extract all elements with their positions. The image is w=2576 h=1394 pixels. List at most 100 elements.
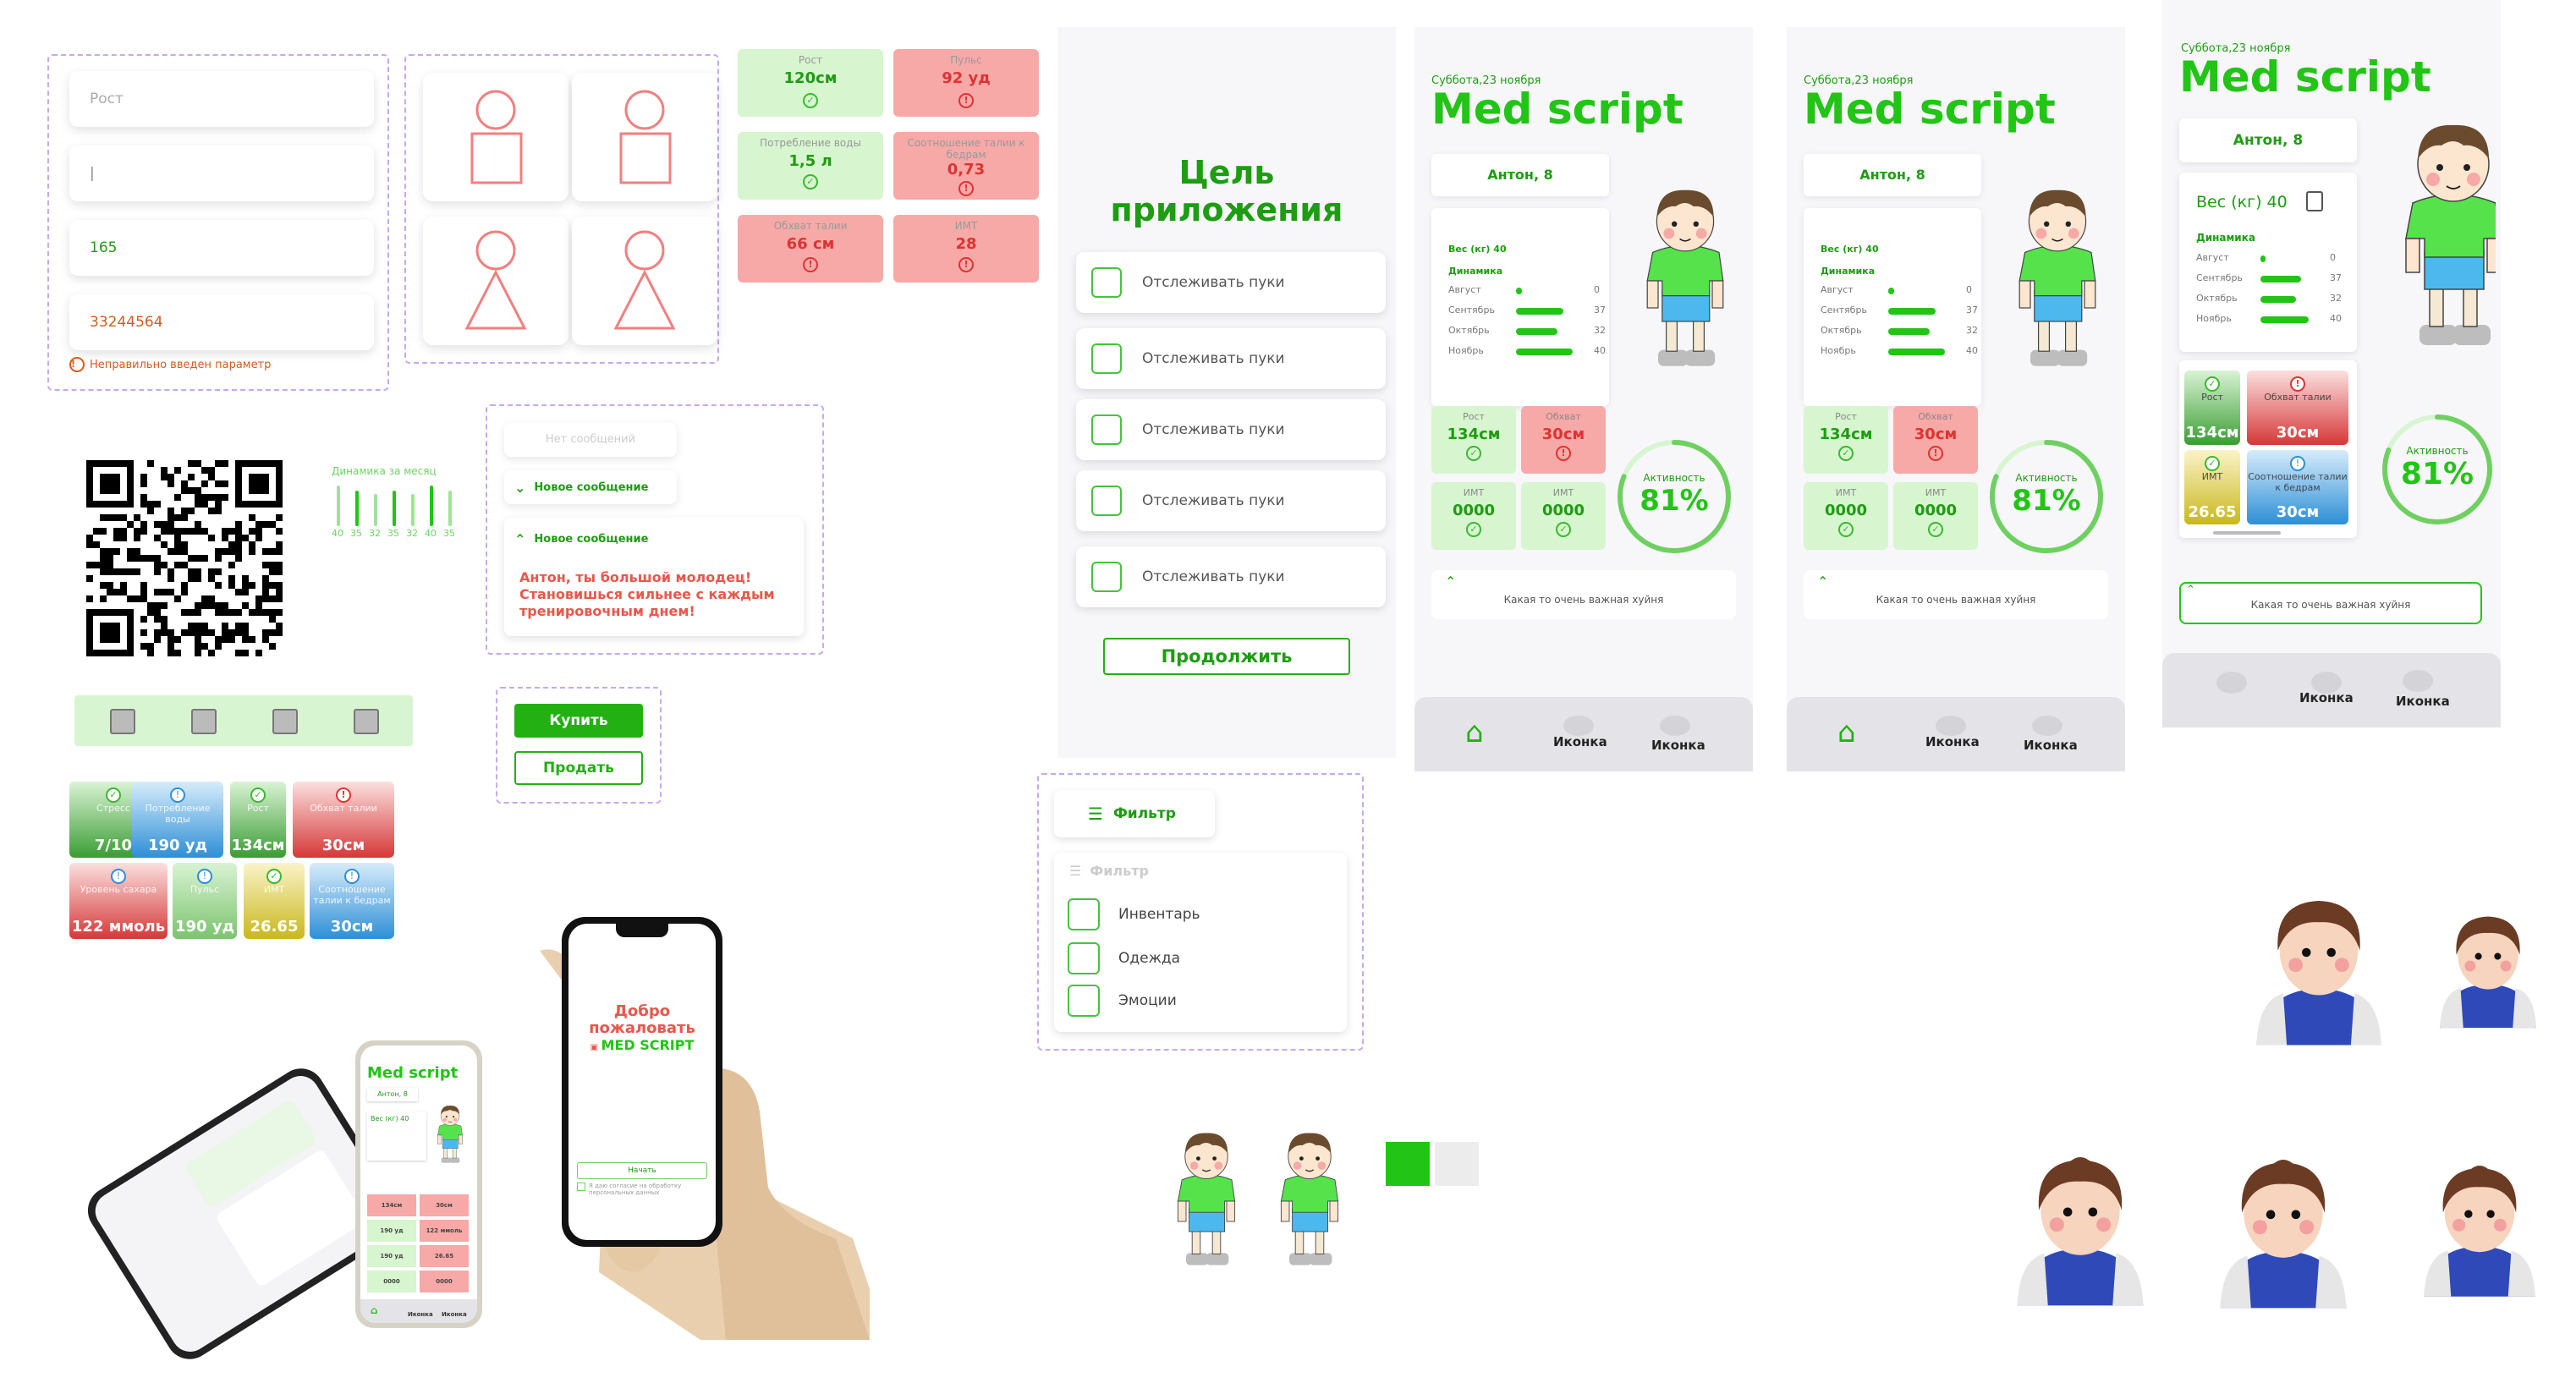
nav-icon-placeholder[interactable] [2032, 716, 2062, 736]
swatch-gray [1435, 1142, 1479, 1186]
figure-tile-square-1[interactable] [423, 73, 568, 201]
error-input[interactable]: 33244564 [69, 294, 374, 350]
mock-nav: ⌂ Иконка Иконка [360, 1299, 477, 1323]
message-collapsed[interactable]: ⌄ Новое сообщение [504, 470, 677, 504]
v3-card-ratio[interactable]: ! Соотношение талии к бедрам 30см [2247, 450, 2348, 524]
nav-label[interactable]: Иконка [1925, 734, 1980, 749]
mock-title: Med script [367, 1064, 459, 1082]
nav-icon-placeholder[interactable] [2403, 670, 2433, 692]
stat-card[interactable]: ИМТ 0000 ✓ [1893, 482, 1978, 550]
figure-tile-triangle-1[interactable] [423, 217, 568, 345]
stat-card[interactable]: Рост 134см ✓ [1804, 406, 1888, 474]
goal-option-1[interactable]: Отслеживать пуки [1076, 252, 1386, 313]
note-card[interactable]: ⌃ Какая то очень важная хуйня [1431, 570, 1736, 619]
filter-item-clothes[interactable]: Одежда [1068, 942, 1180, 974]
stat-card-waist[interactable]: Обхват талии 66 см ! [738, 215, 883, 283]
filter-button[interactable]: ☰ Фильтр [1054, 790, 1215, 837]
figure-tile-square-2[interactable] [572, 73, 717, 201]
tab-icon-1[interactable] [110, 709, 135, 734]
stat-card[interactable]: Рост 134см ✓ [1431, 406, 1516, 474]
stat-card[interactable]: ИМТ 0000 ✓ [1521, 482, 1606, 550]
figure-tile-triangle-2[interactable] [572, 217, 717, 345]
grad-card-sugar[interactable]: ! Уровень сахара 122 ммоль [69, 863, 168, 939]
avatar-3d-2 [2440, 916, 2536, 1029]
buy-button[interactable]: Купить [514, 704, 643, 738]
nav-icon-placeholder[interactable] [2216, 672, 2247, 694]
stat-card-pulse[interactable]: Пульс 92 уд ! [893, 49, 1039, 117]
grad-card-bmi[interactable]: ✓ ИМТ 26.65 [244, 863, 305, 939]
avatar-3d-3 [2017, 1157, 2144, 1306]
nav-label[interactable]: Иконка [2024, 738, 2078, 753]
stat-card-ratio[interactable]: Соотношение талии к бедрам 0,73 ! [893, 132, 1039, 200]
home-icon[interactable]: ⌂ [1837, 716, 1856, 749]
user-chip[interactable]: Антон, 8 [1804, 154, 1981, 196]
stat-value: 120см [783, 69, 838, 87]
stat-card[interactable]: Обхват 30см! [1521, 406, 1606, 474]
welcome-title: Добро пожаловать ▣ MED SCRIPT [589, 1002, 695, 1054]
mini-bar [374, 494, 377, 526]
grad-card-waist[interactable]: ! Обхват талии 30см [293, 782, 394, 858]
start-button[interactable]: Начать [577, 1162, 707, 1179]
stat-card-water[interactable]: Потребление воды 1,5 л ✓ [738, 132, 883, 200]
sell-button[interactable]: Продать [514, 751, 643, 785]
filter-item-inventory[interactable]: Инвентарь [1068, 898, 1200, 930]
tab-icon-3[interactable] [272, 709, 298, 734]
goal-option-5[interactable]: Отслеживать пуки [1076, 546, 1386, 607]
user-chip[interactable]: Антон, 8 [1431, 154, 1609, 196]
boy-figure-1 [1177, 1132, 1236, 1266]
nav-label[interactable]: Иконка [1553, 734, 1607, 749]
grad-card-water[interactable]: ! Потребление воды 190 уд [132, 782, 223, 858]
tab-icon-2[interactable] [191, 709, 217, 734]
stat-card[interactable]: ИМТ 0000 ✓ [1804, 482, 1888, 550]
goal-option-4[interactable]: Отслеживать пуки [1076, 470, 1386, 531]
stat-card-height[interactable]: Рост 120см ✓ [738, 49, 883, 117]
valid-input[interactable]: 165 [69, 220, 374, 276]
home-icon[interactable]: ⌂ [1465, 716, 1484, 749]
scroll-indicator[interactable] [2213, 531, 2281, 535]
mock-boy-avatar [437, 1105, 463, 1164]
checkbox[interactable] [1091, 343, 1122, 374]
nav-icon-placeholder[interactable] [1936, 716, 1966, 736]
note-card[interactable]: ⌃ Какая то очень важная хуйня [2179, 582, 2482, 624]
continue-button[interactable]: Продолжить [1103, 638, 1350, 675]
month-bar [1888, 288, 1894, 294]
month-bar [2260, 296, 2296, 303]
goal-option-3[interactable]: Отслеживать пуки [1076, 399, 1386, 460]
checkbox[interactable] [1091, 486, 1122, 516]
nav-label[interactable]: Иконка [2299, 690, 2354, 705]
message-expanded[interactable]: ⌃ Новое сообщение Антон, ты большой моло… [504, 518, 804, 636]
checkbox[interactable] [1091, 562, 1122, 592]
v3-card-height[interactable]: ✓ Рост 134см [2184, 370, 2240, 445]
mini-bar-label: 40 [425, 528, 437, 539]
stat-card[interactable]: Обхват 30см! [1893, 406, 1978, 474]
nav-label[interactable]: Иконка [2396, 694, 2450, 709]
consent-row[interactable]: Я даю согласие на обработку персональных… [577, 1183, 706, 1196]
activity-value: 81% [1640, 484, 1709, 518]
tab-icon-4[interactable] [354, 709, 379, 734]
stat-card-bmi[interactable]: ИМТ 28 ! [893, 215, 1039, 283]
focused-input[interactable]: | [69, 145, 374, 201]
nav-icon-placeholder[interactable] [1563, 716, 1594, 736]
activity-value: 81% [2400, 457, 2474, 491]
stat-card[interactable]: ИМТ 0000 ✓ [1431, 482, 1516, 550]
stat-label: ИМТ [954, 220, 978, 232]
v3-card-waist[interactable]: ! Обхват талии 30см [2247, 370, 2348, 445]
v3-card-bmi[interactable]: ✓ ИМТ 26.65 [2184, 450, 2240, 524]
note-card[interactable]: ⌃ Какая то очень важная хуйня [1804, 570, 2108, 619]
user-chip[interactable]: Антон, 8 [2179, 118, 2357, 162]
grad-card-pulse[interactable]: ! Пульс 190 уд [173, 863, 237, 939]
filter-item-emotions[interactable]: Эмоции [1068, 985, 1177, 1017]
checkbox[interactable] [1091, 414, 1122, 445]
grad-card-height[interactable]: ✓ Рост 134см [230, 782, 286, 858]
month-label: Август [1448, 284, 1481, 295]
nav-label[interactable]: Иконка [1651, 738, 1705, 753]
month-bar [1888, 348, 1945, 355]
nav-icon-placeholder[interactable] [1660, 716, 1690, 736]
chevron-up-icon: ⌃ [514, 531, 526, 547]
checkbox[interactable] [1091, 267, 1122, 298]
goal-option-2[interactable]: Отслеживать пуки [1076, 328, 1386, 389]
checkbox[interactable] [577, 1183, 585, 1191]
notch [616, 924, 668, 937]
height-input[interactable]: Рост [69, 71, 374, 127]
grad-card-ratio[interactable]: ! Соотношение талии к бедрам 30см [310, 863, 394, 939]
